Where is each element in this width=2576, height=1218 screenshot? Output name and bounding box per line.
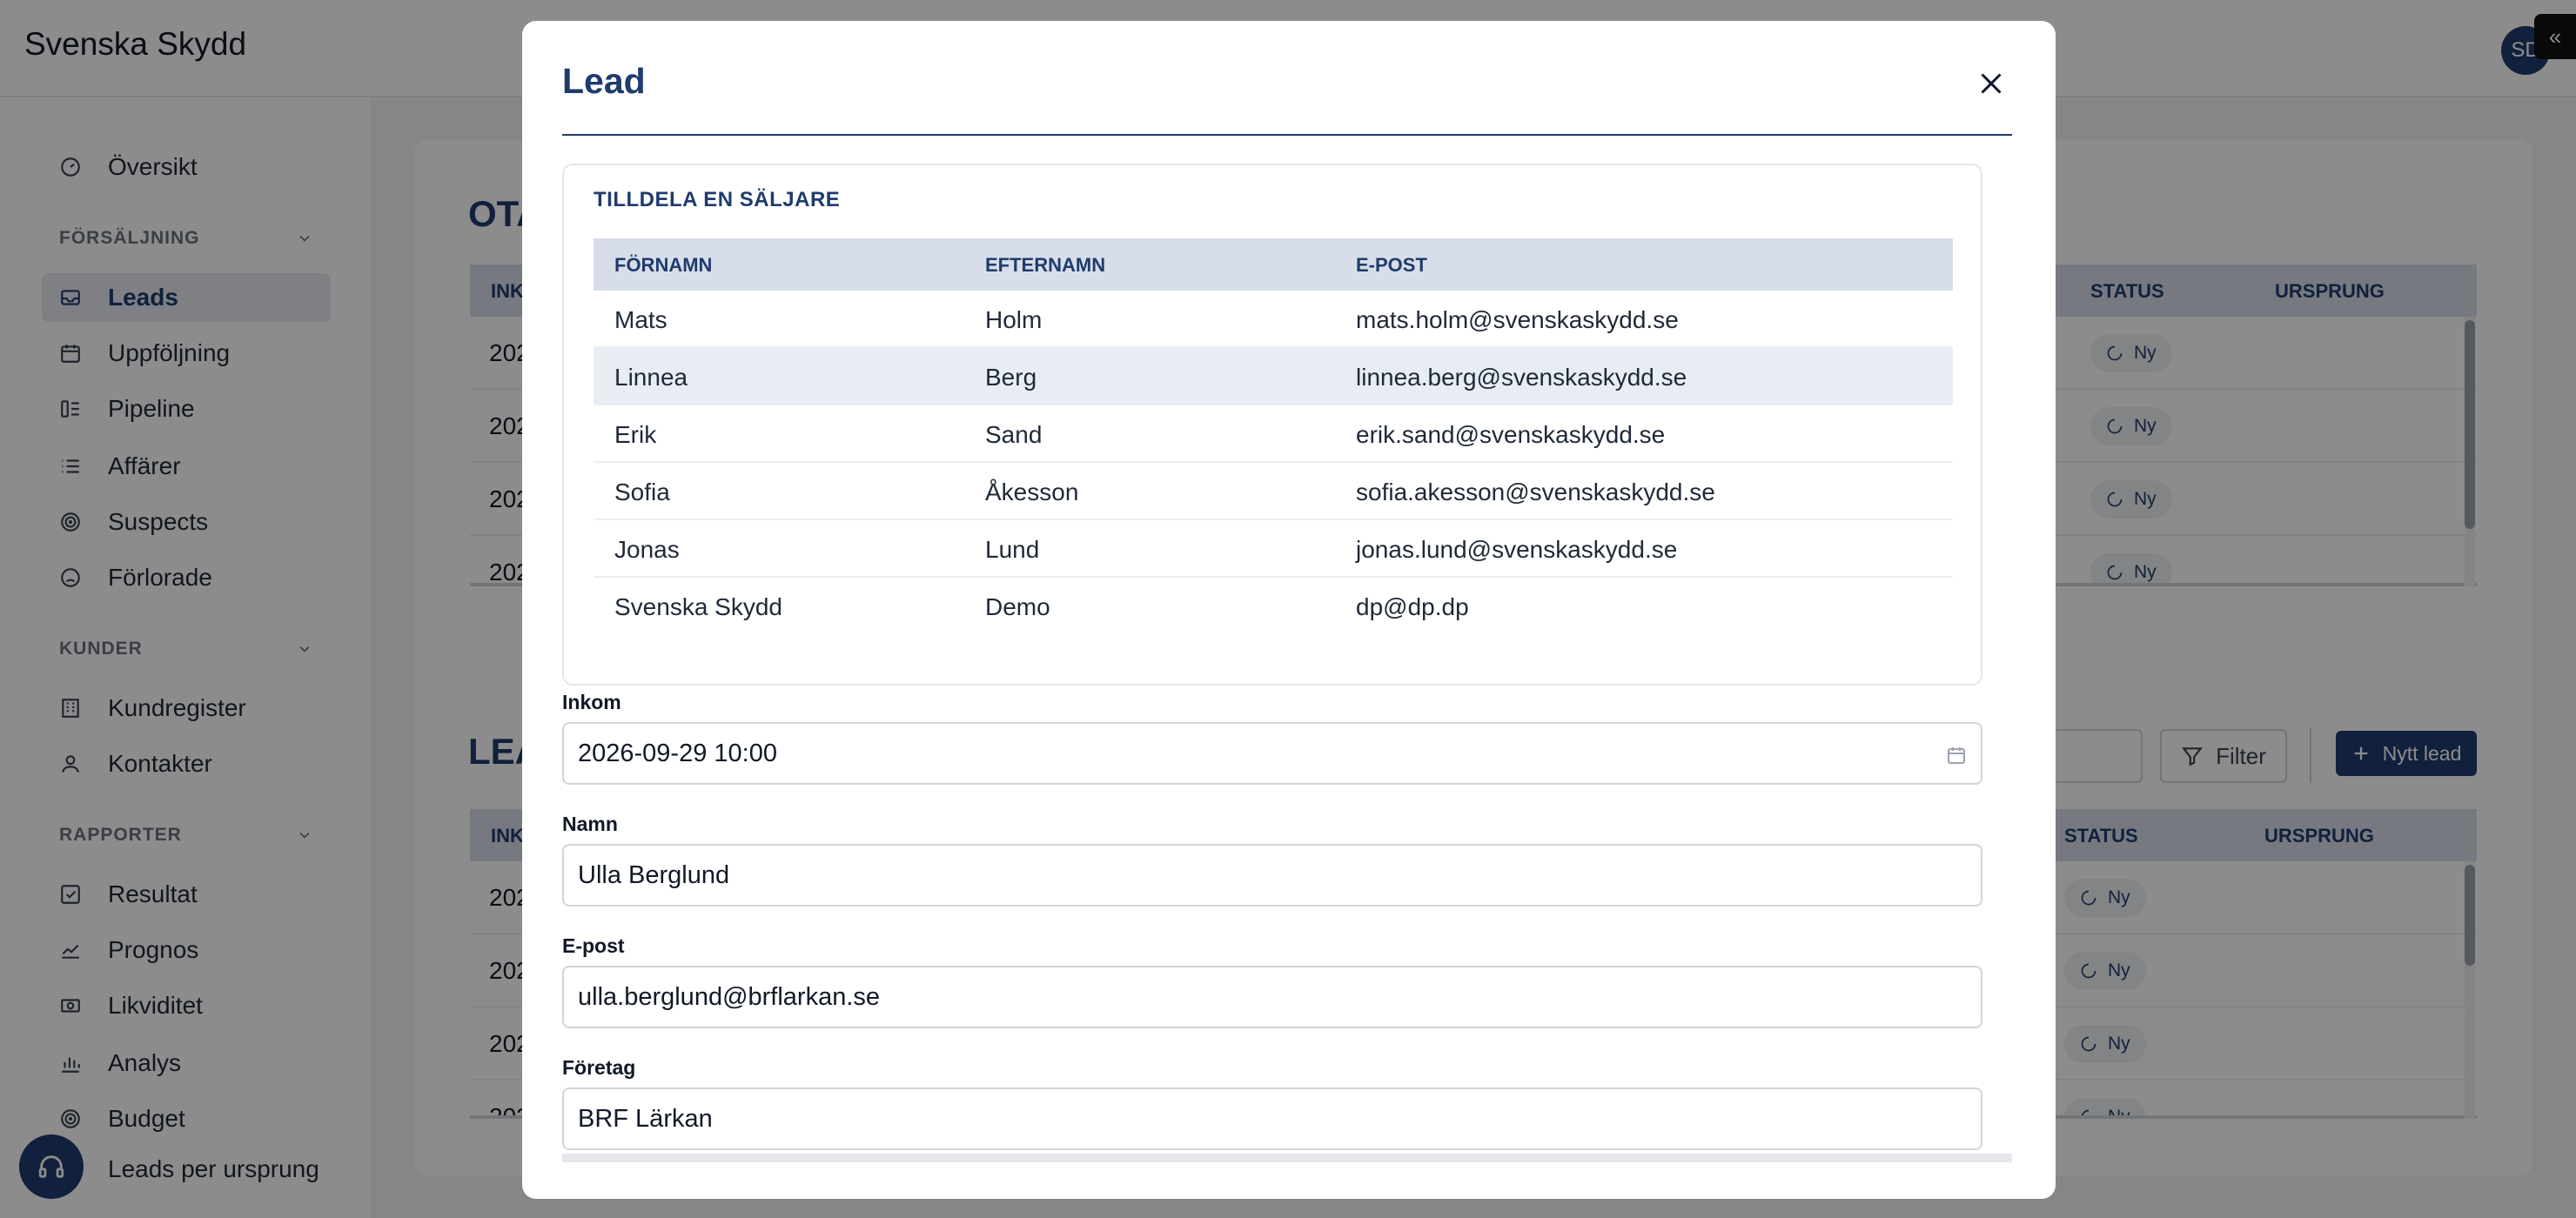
modal-scroll-edge	[562, 1154, 2012, 1162]
close-button[interactable]	[1972, 64, 2010, 103]
assign-seller-panel: TILLDELA EN SÄLJARE FÖRNAMN EFTERNAMN E-…	[562, 164, 1982, 686]
cell-efternamn: Berg	[985, 364, 1037, 391]
inkom-value: 2026-09-29 10:00	[578, 739, 777, 767]
seller-table: FÖRNAMN EFTERNAMN E-POST Mats Holm mats.…	[594, 238, 1953, 635]
namn-input[interactable]: Ulla Berglund	[562, 844, 1982, 907]
foretag-label: Företag	[562, 1056, 636, 1079]
cell-epost: linnea.berg@svenskaskydd.se	[1356, 364, 1687, 391]
cell-epost: mats.holm@svenskaskydd.se	[1356, 306, 1679, 333]
seller-row[interactable]: Linnea Berg linnea.berg@svenskaskydd.se	[594, 348, 1953, 405]
cell-epost: jonas.lund@svenskaskydd.se	[1356, 536, 1678, 563]
cell-efternamn: Sand	[985, 421, 1043, 448]
cell-epost: sofia.akesson@svenskaskydd.se	[1356, 478, 1715, 505]
lead-modal: Lead TILLDELA EN SÄLJARE FÖRNAMN EFTERNA…	[522, 21, 2056, 1199]
modal-title: Lead	[562, 61, 646, 101]
inkom-datetime-input[interactable]: 2026-09-29 10:00	[562, 722, 1982, 785]
inkom-label: Inkom	[562, 691, 621, 713]
epost-value: ulla.berglund@brflarkan.se	[578, 982, 881, 1011]
foretag-input[interactable]: BRF Lärkan	[562, 1088, 1982, 1150]
cell-efternamn: Lund	[985, 536, 1040, 563]
cell-fornamn: Linnea	[614, 364, 688, 391]
cell-fornamn: Mats	[614, 306, 667, 333]
col-header-efternamn: EFTERNAMN	[985, 254, 1106, 276]
seller-row[interactable]: Mats Holm mats.holm@svenskaskydd.se	[594, 291, 1953, 348]
calendar-icon[interactable]	[1946, 745, 1967, 766]
cell-efternamn: Demo	[985, 593, 1050, 620]
namn-label: Namn	[562, 813, 618, 835]
col-header-epost: E-POST	[1356, 254, 1427, 276]
epost-input[interactable]: ulla.berglund@brflarkan.se	[562, 966, 1982, 1028]
cell-fornamn: Sofia	[614, 478, 670, 505]
col-header-fornamn: FÖRNAMN	[614, 254, 713, 276]
cell-fornamn: Jonas	[614, 536, 680, 563]
seller-row[interactable]: Jonas Lund jonas.lund@svenskaskydd.se	[594, 520, 1953, 578]
cell-epost: erik.sand@svenskaskydd.se	[1356, 421, 1666, 448]
cell-epost: dp@dp.dp	[1356, 593, 1469, 620]
seller-table-header: FÖRNAMN EFTERNAMN E-POST	[594, 238, 1953, 291]
assign-seller-title: TILLDELA EN SÄLJARE	[594, 188, 841, 211]
title-divider	[562, 134, 2012, 136]
cell-fornamn: Svenska Skydd	[614, 593, 782, 620]
namn-value: Ulla Berglund	[578, 860, 730, 889]
seller-row[interactable]: Sofia Åkesson sofia.akesson@svenskaskydd…	[594, 463, 1953, 520]
cell-efternamn: Åkesson	[985, 478, 1079, 505]
seller-row[interactable]: Svenska Skydd Demo dp@dp.dp	[594, 578, 1953, 635]
cell-fornamn: Erik	[614, 421, 657, 448]
epost-label: E-post	[562, 934, 625, 957]
close-icon	[1981, 73, 2002, 94]
foretag-value: BRF Lärkan	[578, 1104, 713, 1133]
cell-efternamn: Holm	[985, 306, 1043, 333]
seller-row[interactable]: Erik Sand erik.sand@svenskaskydd.se	[594, 405, 1953, 463]
